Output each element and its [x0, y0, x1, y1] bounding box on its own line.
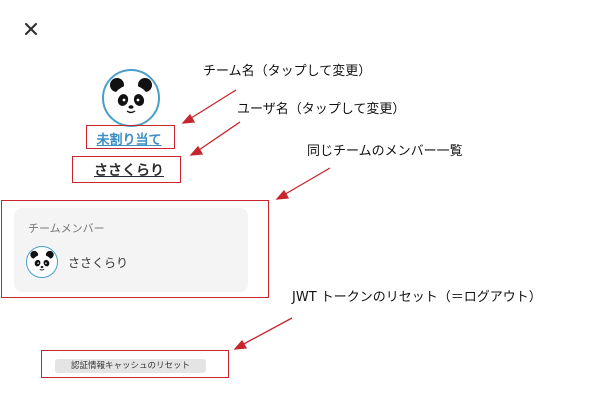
annotation-reset: JWT トークンのリセット（＝ログアウト） — [292, 290, 542, 305]
annotation-members: 同じチームのメンバー一覧 — [307, 144, 463, 159]
annotation-user-name: ユーザ名（タップして変更） — [237, 102, 406, 117]
annotation-team-name: チーム名（タップして変更） — [203, 64, 372, 79]
